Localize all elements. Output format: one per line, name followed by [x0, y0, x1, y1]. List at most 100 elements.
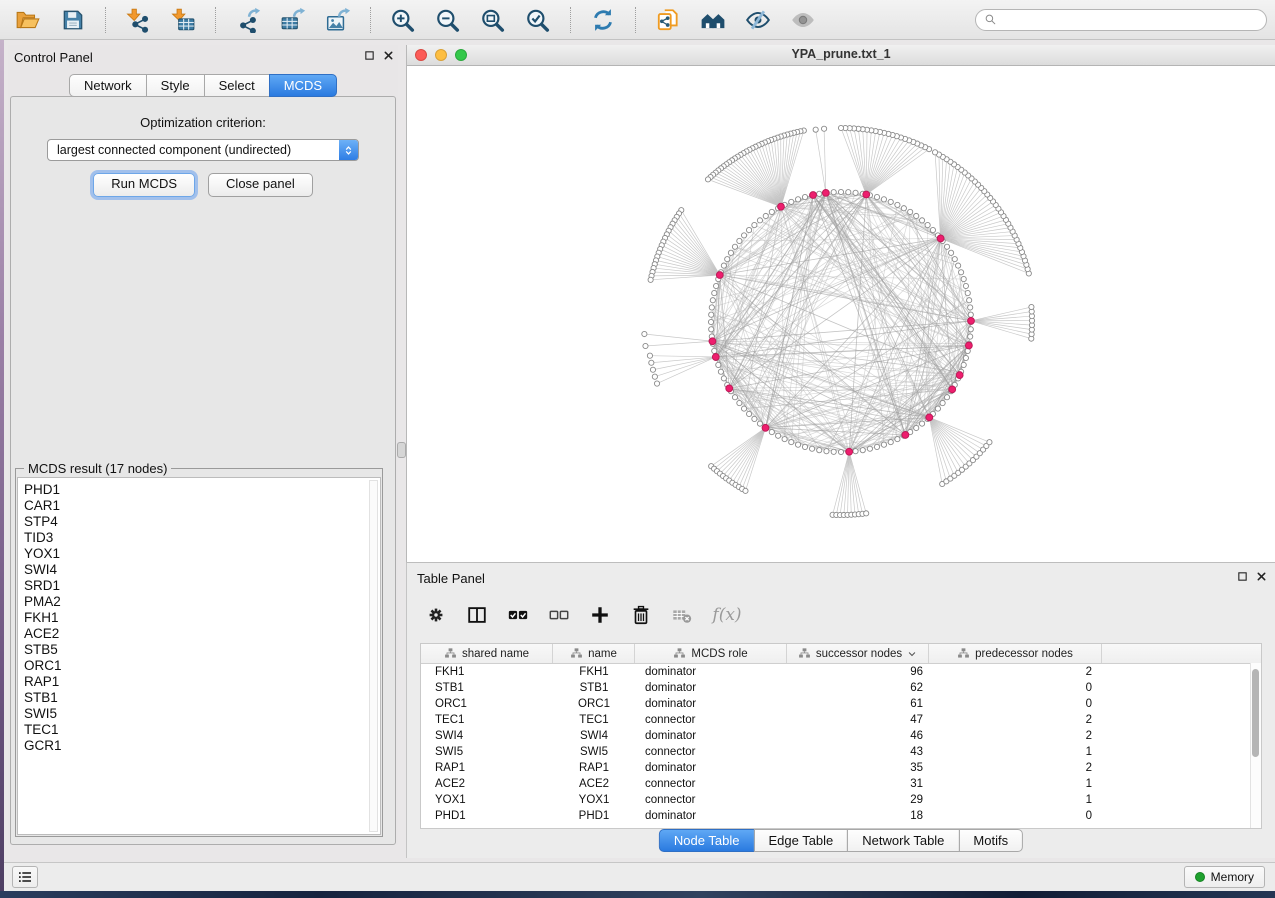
- column-header-shared-name[interactable]: shared name: [421, 644, 553, 663]
- mcds-hub-node[interactable]: [762, 424, 769, 431]
- network-node[interactable]: [967, 298, 972, 303]
- cell-MCDS-role[interactable]: dominator: [635, 682, 787, 694]
- mcds-hub-node[interactable]: [949, 386, 956, 393]
- mcds-result-item[interactable]: YOX1: [24, 546, 380, 562]
- mcds-result-item[interactable]: STP4: [24, 514, 380, 530]
- network-node[interactable]: [721, 263, 726, 268]
- network-node[interactable]: [709, 327, 714, 332]
- close-panel-button[interactable]: Close panel: [208, 173, 313, 197]
- mcds-hub-node[interactable]: [846, 448, 853, 455]
- network-node[interactable]: [769, 209, 774, 214]
- mcds-hub-node[interactable]: [863, 191, 870, 198]
- cell-MCDS-role[interactable]: connector: [635, 778, 787, 790]
- cell-predecessor-nodes[interactable]: 0: [929, 810, 1102, 822]
- network-node[interactable]: [732, 244, 737, 249]
- column-header-MCDS-role[interactable]: MCDS role: [635, 644, 787, 663]
- network-node[interactable]: [968, 312, 973, 317]
- cell-shared-name[interactable]: SWI5: [421, 746, 553, 758]
- network-node[interactable]: [874, 194, 879, 199]
- maximize-window-icon[interactable]: [455, 49, 467, 61]
- select-all-button[interactable]: [505, 601, 531, 629]
- mcds-result-item[interactable]: SRD1: [24, 578, 380, 594]
- network-node[interactable]: [919, 421, 924, 426]
- network-node[interactable]: [709, 305, 714, 310]
- network-node[interactable]: [741, 406, 746, 411]
- network-node[interactable]: [846, 190, 851, 195]
- mcds-hub-node[interactable]: [968, 317, 975, 324]
- cell-successor-nodes[interactable]: 43: [787, 746, 929, 758]
- mcds-hub-node[interactable]: [822, 189, 829, 196]
- mcds-result-item[interactable]: ORC1: [24, 658, 380, 674]
- mcds-result-item[interactable]: PHD1: [24, 482, 380, 498]
- network-node[interactable]: [795, 442, 800, 447]
- cell-MCDS-role[interactable]: dominator: [635, 698, 787, 710]
- cell-name[interactable]: STB1: [553, 682, 635, 694]
- table-row[interactable]: RAP1RAP1dominator352: [421, 760, 1261, 776]
- close-panel-icon[interactable]: [1256, 571, 1267, 582]
- network-node[interactable]: [709, 312, 714, 317]
- cell-name[interactable]: SWI4: [553, 730, 635, 742]
- network-node[interactable]: [901, 206, 906, 211]
- cell-name[interactable]: RAP1: [553, 762, 635, 774]
- column-header-successor-nodes[interactable]: successor nodes: [787, 644, 929, 663]
- network-node[interactable]: [831, 190, 836, 195]
- cell-successor-nodes[interactable]: 35: [787, 762, 929, 774]
- network-canvas[interactable]: [407, 65, 1275, 562]
- network-node[interactable]: [968, 305, 973, 310]
- table-row[interactable]: ACE2ACE2connector311: [421, 776, 1261, 792]
- cell-predecessor-nodes[interactable]: 1: [929, 794, 1102, 806]
- cell-predecessor-nodes[interactable]: 2: [929, 714, 1102, 726]
- network-node[interactable]: [1029, 304, 1034, 309]
- zoom-in-button[interactable]: [383, 4, 423, 36]
- network-node[interactable]: [987, 440, 992, 445]
- deselect-all-button[interactable]: [546, 601, 572, 629]
- network-node[interactable]: [874, 444, 879, 449]
- network-node[interactable]: [817, 191, 822, 196]
- tab-network-table[interactable]: Network Table: [847, 829, 959, 852]
- cell-predecessor-nodes[interactable]: 2: [929, 762, 1102, 774]
- network-node[interactable]: [838, 189, 843, 194]
- export-network-button[interactable]: [228, 4, 268, 36]
- import-network-button[interactable]: [118, 4, 158, 36]
- cell-successor-nodes[interactable]: 96: [787, 666, 929, 678]
- network-node[interactable]: [908, 209, 913, 214]
- memory-button[interactable]: Memory: [1184, 866, 1265, 888]
- network-node[interactable]: [944, 244, 949, 249]
- tab-style[interactable]: Style: [146, 74, 205, 97]
- network-node[interactable]: [881, 442, 886, 447]
- network-node[interactable]: [831, 449, 836, 454]
- network-node[interactable]: [737, 238, 742, 243]
- mcds-result-item[interactable]: FKH1: [24, 610, 380, 626]
- network-node[interactable]: [867, 446, 872, 451]
- close-window-icon[interactable]: [415, 49, 427, 61]
- network-node[interactable]: [716, 362, 721, 367]
- network-node[interactable]: [746, 411, 751, 416]
- mcds-hub-node[interactable]: [810, 192, 817, 199]
- network-node[interactable]: [648, 277, 653, 282]
- delete-row-button[interactable]: [628, 601, 654, 629]
- network-node[interactable]: [741, 233, 746, 238]
- mcds-hub-node[interactable]: [716, 272, 723, 279]
- cell-shared-name[interactable]: YOX1: [421, 794, 553, 806]
- mcds-hub-node[interactable]: [902, 432, 909, 439]
- network-node[interactable]: [802, 194, 807, 199]
- show-panels-button[interactable]: [783, 4, 823, 36]
- save-button[interactable]: [53, 4, 93, 36]
- mcds-result-item[interactable]: STB5: [24, 642, 380, 658]
- panels-menu-button[interactable]: [12, 866, 38, 888]
- cell-MCDS-role[interactable]: connector: [635, 714, 787, 726]
- network-node[interactable]: [795, 197, 800, 202]
- refresh-layout-button[interactable]: [583, 4, 623, 36]
- cell-shared-name[interactable]: PHD1: [421, 810, 553, 822]
- network-node[interactable]: [649, 360, 654, 365]
- network-node[interactable]: [853, 449, 858, 454]
- cell-name[interactable]: TEC1: [553, 714, 635, 726]
- cell-shared-name[interactable]: RAP1: [421, 762, 553, 774]
- tab-select[interactable]: Select: [204, 74, 270, 97]
- network-node[interactable]: [737, 400, 742, 405]
- network-node[interactable]: [968, 334, 973, 339]
- network-node[interactable]: [963, 355, 968, 360]
- cell-name[interactable]: ORC1: [553, 698, 635, 710]
- cell-MCDS-role[interactable]: dominator: [635, 810, 787, 822]
- cell-successor-nodes[interactable]: 47: [787, 714, 929, 726]
